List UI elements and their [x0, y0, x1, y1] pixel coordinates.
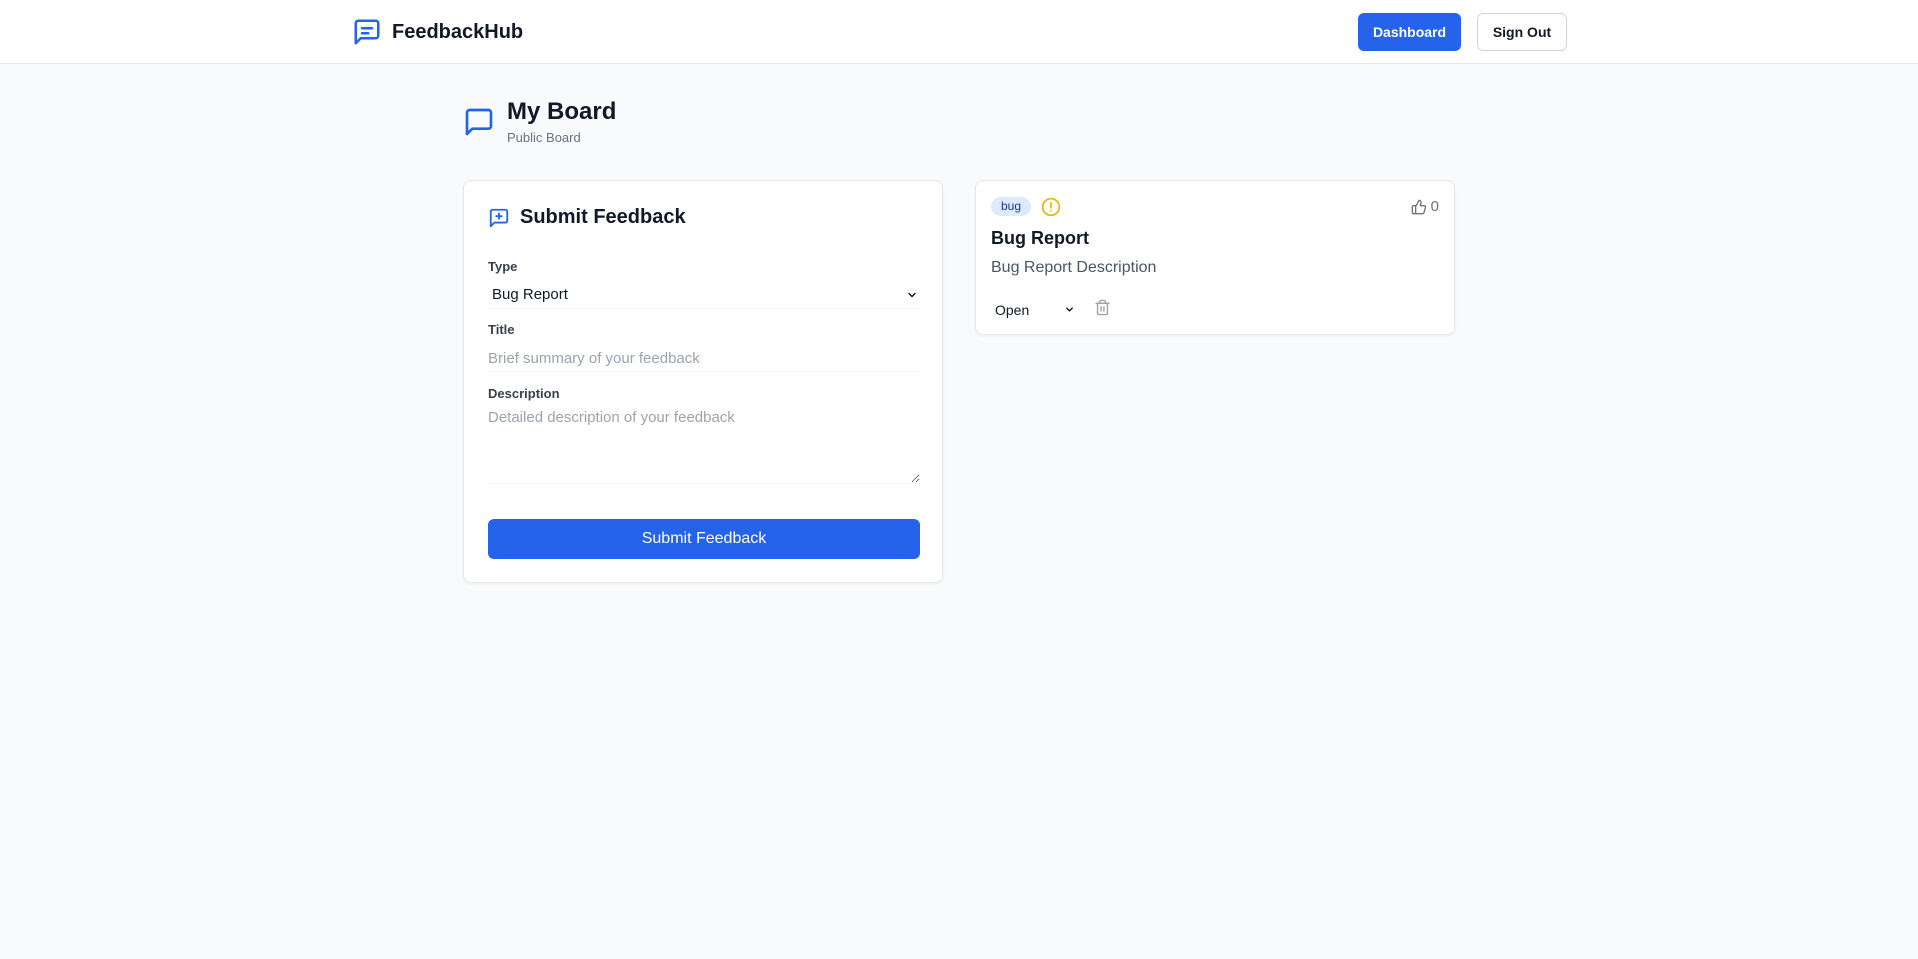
- description-label: Description: [488, 386, 560, 401]
- dashboard-button[interactable]: Dashboard: [1358, 13, 1461, 51]
- title-label: Title: [488, 322, 515, 337]
- brand-name: FeedbackHub: [392, 20, 524, 43]
- type-label: Type: [488, 259, 518, 274]
- alert-circle-icon: [1041, 197, 1061, 217]
- message-square-text-icon: [354, 19, 380, 45]
- type-select-value: Bug Report: [492, 286, 568, 303]
- feedback-title: Bug Report: [991, 228, 1089, 248]
- status-select[interactable]: Open: [991, 299, 1081, 321]
- chevron-down-icon: [1066, 307, 1073, 312]
- title-input[interactable]: [488, 345, 920, 372]
- message-square-plus-icon: [489, 208, 509, 227]
- top-navbar: FeedbackHub Dashboard Sign Out: [0, 0, 1918, 64]
- status-select-value: Open: [995, 302, 1030, 318]
- vote-count: 0: [1430, 198, 1439, 215]
- feedback-description: Bug Report Description: [991, 259, 1157, 276]
- form-heading: Submit Feedback: [488, 206, 686, 229]
- form-title: Submit Feedback: [520, 206, 686, 228]
- board-visibility: Public Board: [507, 130, 581, 145]
- chevron-down-icon: [908, 292, 916, 298]
- sign-out-button[interactable]: Sign Out: [1477, 13, 1567, 51]
- feedback-type-badge: bug: [991, 197, 1032, 216]
- brand-link[interactable]: FeedbackHub: [352, 16, 523, 48]
- feedback-item: bug 0 Bug Report Bug Report Description …: [975, 180, 1455, 335]
- thumbs-up-icon: [1411, 199, 1426, 214]
- submit-feedback-card: Submit Feedback Type Bug Report Title De…: [463, 180, 943, 583]
- board-title: My Board: [507, 98, 617, 125]
- message-square-icon: [465, 108, 493, 136]
- submit-feedback-button[interactable]: Submit Feedback: [488, 519, 920, 559]
- upvote-button[interactable]: 0: [1411, 198, 1439, 215]
- type-select[interactable]: Bug Report: [488, 281, 920, 309]
- trash-icon[interactable]: [1094, 299, 1111, 316]
- description-textarea[interactable]: [488, 409, 920, 484]
